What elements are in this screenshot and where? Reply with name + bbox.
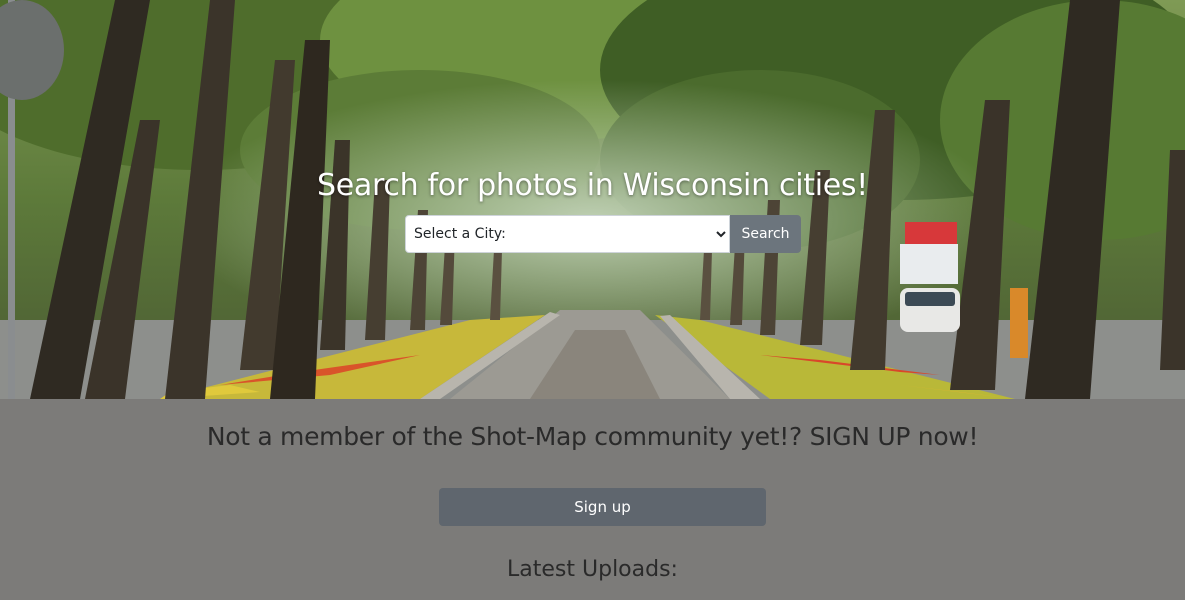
signup-prompt: Not a member of the Shot-Map community y…: [206, 422, 979, 451]
hero-title: Search for photos in Wisconsin cities!: [317, 168, 868, 203]
signup-section: Not a member of the Shot-Map community y…: [0, 399, 1185, 600]
signup-button[interactable]: Sign up: [439, 488, 766, 526]
latest-uploads-heading: Latest Uploads:: [507, 557, 678, 582]
city-select[interactable]: Select a City:: [405, 215, 730, 253]
search-button[interactable]: Search: [730, 215, 801, 253]
city-search-form: Select a City: Search: [405, 215, 801, 253]
hero-banner: Search for photos in Wisconsin cities! S…: [0, 0, 1185, 399]
